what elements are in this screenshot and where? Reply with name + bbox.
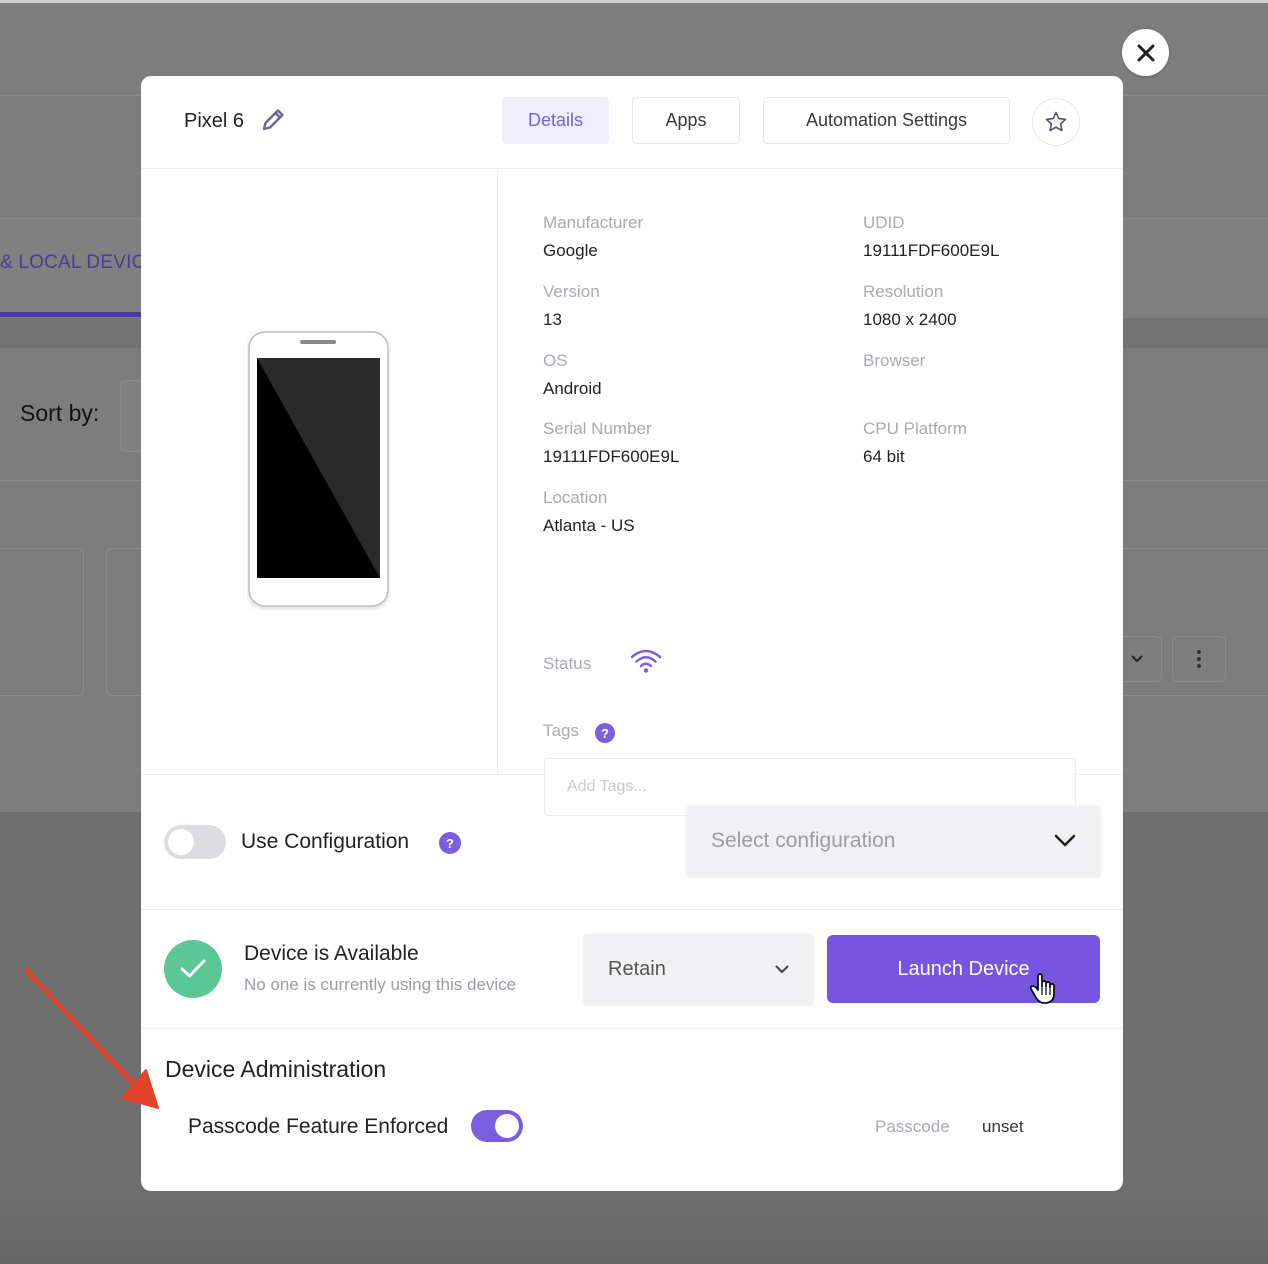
column-divider bbox=[497, 168, 498, 774]
phone-illustration bbox=[247, 330, 391, 615]
configuration-section: Use Configuration ? Select configuration bbox=[141, 774, 1123, 910]
field-value: Google bbox=[543, 241, 598, 260]
device-details-section: Manufacturer Google Version 13 OS Androi… bbox=[141, 168, 1123, 816]
passcode-feature-label: Passcode Feature Enforced bbox=[188, 1115, 449, 1138]
bg-device-card bbox=[0, 548, 84, 696]
field-udid: UDID 19111FDF600E9L bbox=[863, 213, 999, 261]
bg-bottom-area bbox=[0, 1192, 1268, 1264]
toggle-knob bbox=[168, 829, 194, 855]
modal-header: Pixel 6 Details Apps Automation Settings bbox=[141, 76, 1123, 169]
field-browser: Browser bbox=[863, 351, 925, 379]
retain-dropdown[interactable]: Retain bbox=[584, 934, 813, 1004]
passcode-label: Passcode bbox=[875, 1117, 950, 1136]
field-label: Resolution bbox=[863, 282, 944, 301]
field-value: Atlanta - US bbox=[543, 516, 635, 535]
retain-value: Retain bbox=[608, 957, 666, 980]
field-value: 64 bit bbox=[863, 447, 905, 466]
field-label: Manufacturer bbox=[543, 213, 644, 232]
tab-automation-settings[interactable]: Automation Settings bbox=[763, 97, 1010, 144]
availability-title: Device is Available bbox=[244, 942, 419, 965]
configuration-help-icon[interactable]: ? bbox=[439, 832, 461, 854]
field-cpu-platform: CPU Platform 64 bit bbox=[863, 419, 967, 467]
hand-cursor-icon bbox=[1029, 972, 1061, 1011]
close-icon bbox=[1137, 44, 1154, 61]
field-label: Location bbox=[543, 488, 608, 507]
chevron-down-icon bbox=[775, 965, 789, 973]
annotation-arrow-icon bbox=[18, 962, 168, 1117]
field-os: OS Android bbox=[543, 351, 602, 399]
star-icon bbox=[1045, 111, 1067, 132]
passcode-feature-toggle[interactable] bbox=[471, 1110, 523, 1142]
field-resolution: Resolution 1080 x 2400 bbox=[863, 282, 957, 330]
select-configuration-dropdown[interactable]: Select configuration bbox=[687, 806, 1100, 876]
check-icon bbox=[180, 959, 206, 978]
field-value: 13 bbox=[543, 310, 562, 329]
device-administration-title: Device Administration bbox=[165, 1056, 387, 1082]
field-location: Location Atlanta - US bbox=[543, 488, 635, 536]
field-label: CPU Platform bbox=[863, 419, 967, 438]
bg-more-vertical-icon bbox=[1172, 636, 1226, 682]
use-configuration-label: Use Configuration bbox=[241, 830, 410, 853]
select-configuration-placeholder: Select configuration bbox=[711, 829, 896, 852]
pencil-icon bbox=[262, 109, 284, 131]
field-label: OS bbox=[543, 351, 568, 370]
field-version: Version 13 bbox=[543, 282, 600, 330]
tags-help-icon[interactable]: ? bbox=[595, 723, 615, 743]
field-label: Browser bbox=[863, 351, 926, 370]
wifi-icon bbox=[629, 648, 663, 679]
field-serial-number: Serial Number 19111FDF600E9L bbox=[543, 419, 679, 467]
field-label: Version bbox=[543, 282, 600, 301]
device-details-modal: Pixel 6 Details Apps Automation Settings bbox=[141, 76, 1123, 1191]
field-value: 19111FDF600E9L bbox=[543, 447, 680, 466]
chevron-down-icon bbox=[1054, 834, 1076, 847]
field-label: UDID bbox=[863, 213, 905, 232]
availability-subtitle: No one is currently using this device bbox=[244, 975, 517, 994]
status-label: Status bbox=[543, 654, 592, 673]
field-label: Serial Number bbox=[543, 419, 652, 438]
favorite-button[interactable] bbox=[1032, 98, 1080, 146]
tags-label: Tags bbox=[543, 721, 579, 740]
use-configuration-toggle[interactable] bbox=[164, 825, 226, 859]
tab-apps[interactable]: Apps bbox=[632, 97, 740, 144]
field-manufacturer: Manufacturer Google bbox=[543, 213, 643, 261]
availability-section: Device is Available No one is currently … bbox=[141, 910, 1123, 1029]
close-modal-button[interactable] bbox=[1122, 29, 1169, 76]
bg-top-line bbox=[0, 0, 1268, 3]
field-value: Android bbox=[543, 379, 602, 398]
tab-details[interactable]: Details bbox=[502, 97, 609, 144]
bg-tab-underline bbox=[0, 312, 142, 317]
bg-tab-local-devices: & LOCAL DEVIC bbox=[0, 252, 146, 273]
passcode-value: unset bbox=[982, 1117, 1024, 1136]
device-name: Pixel 6 bbox=[184, 110, 245, 132]
toggle-knob bbox=[495, 1114, 519, 1138]
bg-sort-label: Sort by: bbox=[20, 400, 100, 426]
available-status-badge bbox=[164, 940, 222, 998]
edit-device-name-button[interactable] bbox=[259, 106, 287, 134]
field-value: 19111FDF600E9L bbox=[863, 241, 1000, 260]
field-value: 1080 x 2400 bbox=[863, 310, 957, 329]
